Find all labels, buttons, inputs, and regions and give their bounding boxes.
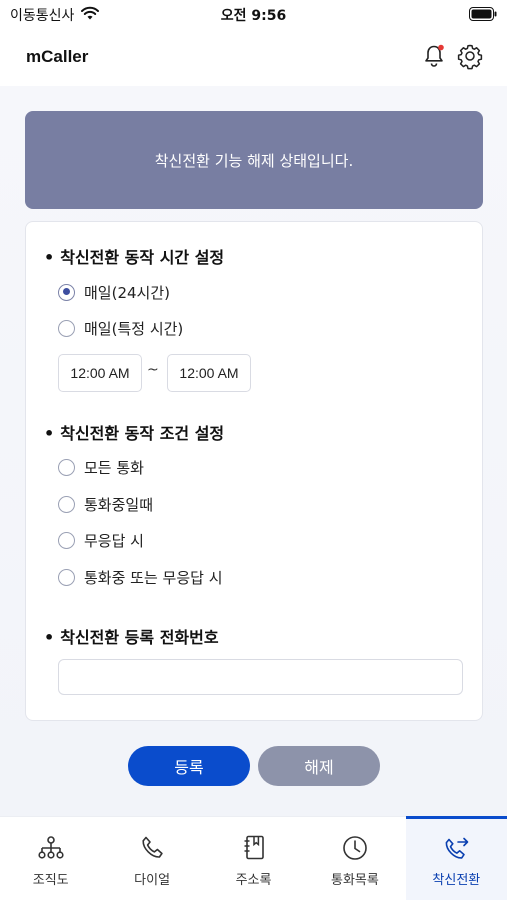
radio-all-calls[interactable]: 모든 통화 — [58, 456, 144, 478]
notifications-button[interactable] — [420, 42, 448, 70]
bell-icon — [425, 44, 444, 67]
settings-button[interactable] — [456, 42, 484, 70]
tab-label: 조직도 — [32, 873, 69, 888]
condition-section-title: • 착신전환 동작 조건 설정 — [44, 424, 225, 443]
app-title: mCaller — [26, 47, 89, 66]
radio-daily-specific[interactable]: 매일(특정 시간) — [58, 317, 183, 339]
time-section-title: • 착신전환 동작 시간 설정 — [44, 248, 225, 267]
status-time: 오전 9:56 — [220, 8, 287, 24]
tab-address-book[interactable]: 주소록 — [203, 817, 304, 900]
status-bar: 이동통신사 오전 9:56 — [0, 0, 507, 30]
radio-button[interactable] — [58, 568, 75, 586]
phone-section-title: • 착신전환 등록 전화번호 — [44, 628, 219, 647]
call-forward-icon — [445, 837, 469, 859]
tab-dial[interactable]: 다이얼 — [101, 817, 202, 900]
clock-icon — [343, 836, 367, 860]
radio-button-checked[interactable] — [58, 283, 75, 301]
tab-call-forwarding[interactable]: 착신전환 — [405, 816, 507, 900]
forwarding-settings-card: • 착신전환 동작 시간 설정 매일(24시간) 매일(특정 시간) 12:00 … — [25, 221, 483, 721]
radio-button[interactable] — [58, 319, 75, 337]
radio-label: 매일(24시간) — [84, 283, 170, 302]
notification-dot — [438, 44, 444, 51]
radio-button[interactable] — [58, 495, 75, 513]
battery-icon — [469, 7, 497, 21]
tab-label: 주소록 — [235, 873, 272, 888]
status-banner: 착신전환 기능 해제 상태입니다. — [25, 111, 483, 209]
tab-call-history[interactable]: 통화목록 — [304, 817, 405, 900]
app-header: mCaller — [0, 30, 507, 86]
tab-label: 다이얼 — [134, 873, 171, 888]
radio-when-busy[interactable]: 통화중일때 — [58, 493, 153, 515]
radio-label: 무응답 시 — [84, 531, 144, 550]
release-button[interactable]: 해제 — [258, 746, 380, 786]
tab-label: 착신전환 — [432, 873, 481, 888]
radio-no-answer[interactable]: 무응답 시 — [58, 529, 144, 551]
radio-label: 통화중 또는 무응답 시 — [84, 568, 223, 587]
tab-org-chart[interactable]: 조직도 — [0, 817, 101, 900]
radio-label: 통화중일때 — [84, 495, 154, 514]
org-chart-icon — [38, 836, 64, 859]
phone-section-title-text: 착신전환 등록 전화번호 — [60, 628, 219, 647]
start-time-picker[interactable]: 12:00 AM — [58, 354, 142, 392]
register-button[interactable]: 등록 — [128, 746, 250, 786]
main-content: 착신전환 기능 해제 상태입니다. • 착신전환 동작 시간 설정 매일(24시간… — [0, 86, 507, 816]
tab-label: 통화목록 — [331, 873, 379, 888]
end-time-picker[interactable]: 12:00 AM — [167, 354, 251, 392]
bottom-tab-bar: 조직도 다이얼 주소록 통화목록 착신전환 — [0, 816, 507, 900]
radio-daily-24h[interactable]: 매일(24시간) — [58, 281, 170, 303]
radio-button[interactable] — [58, 458, 75, 476]
radio-label: 매일(특정 시간) — [84, 319, 184, 338]
address-book-icon — [244, 835, 264, 860]
gear-icon — [457, 44, 483, 70]
time-section-title-text: 착신전환 동작 시간 설정 — [60, 248, 225, 267]
radio-button[interactable] — [58, 531, 75, 549]
phone-icon — [142, 836, 163, 858]
condition-section-title-text: 착신전환 동작 조건 설정 — [60, 424, 225, 443]
forwarding-phone-input[interactable] — [58, 659, 463, 695]
radio-label: 모든 통화 — [84, 458, 144, 477]
status-banner-text: 착신전환 기능 해제 상태입니다. — [154, 151, 354, 170]
radio-busy-or-no-answer[interactable]: 통화중 또는 무응답 시 — [58, 566, 223, 588]
time-separator: ~ — [147, 362, 159, 378]
